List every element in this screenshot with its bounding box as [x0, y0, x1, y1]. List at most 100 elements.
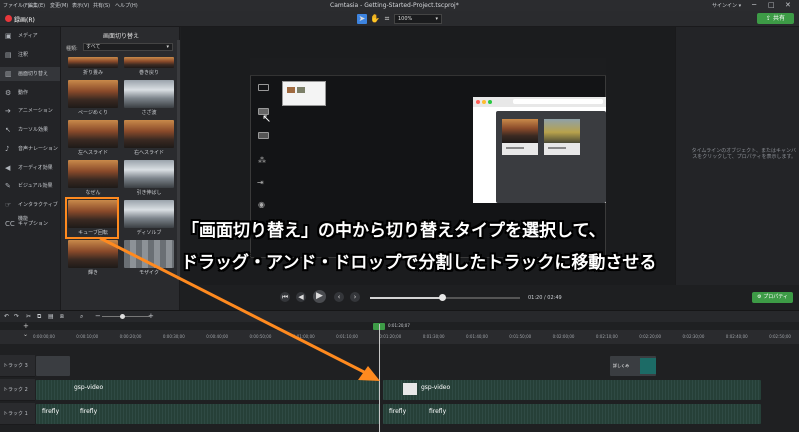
chevron-down-icon: ▾ — [435, 16, 438, 22]
transition-label: 輝き — [87, 270, 98, 276]
signin-link[interactable]: サインイン ▾ — [712, 2, 741, 9]
ruler-tick: 0:00:50;00 — [249, 334, 272, 339]
sidebar-item-behaviors[interactable]: ⚙ 動作 — [0, 86, 60, 100]
ruler-tick: 0:02:10;00 — [595, 334, 618, 339]
ruler-tick: 0:02:30;00 — [682, 334, 705, 339]
close-icon[interactable]: ✕ — [785, 1, 791, 9]
ruler-tick: 0:02:50;00 — [769, 334, 791, 339]
address-bar — [513, 99, 603, 104]
properties-hint: タイムラインのオブジェクト、またはキャンバスをクリックして、プロパティを表示しま… — [691, 148, 796, 160]
zoom-select[interactable]: 100% ▾ — [394, 14, 442, 24]
step-back-icon[interactable]: ⏮ — [280, 292, 290, 302]
ruler-tick: 0:02:20;00 — [639, 334, 662, 339]
copy-icon[interactable]: ⧉ — [37, 313, 41, 321]
transition-thumb-ripple[interactable] — [124, 80, 174, 108]
track-header-1[interactable]: トラック 1 — [0, 403, 35, 425]
transition-thumb-stretch[interactable] — [124, 160, 174, 188]
zoom-slider[interactable] — [102, 316, 150, 317]
timeline-toolbar: ↶ ↷ ✂ ⧉ ▤ ⧈ ⌕ − + — [0, 310, 799, 322]
panel-title: 画面切り替え — [102, 33, 139, 40]
gear-icon: ⚙ — [757, 294, 762, 300]
audio-clip[interactable]: firefly firefly — [383, 404, 761, 424]
callout-clip[interactable]: 詳しくみ — [610, 356, 656, 376]
transition-thumb-rollback[interactable] — [124, 57, 174, 68]
sidebar-item-transitions[interactable]: ▥ 画面切り替え — [0, 67, 60, 81]
undo-icon[interactable]: ↶ — [4, 313, 9, 320]
sidebar-item-voice-narration[interactable]: ♪ 音声ナレーション — [0, 142, 60, 156]
type-select[interactable]: すべて ▾ — [83, 43, 173, 51]
sidebar-item-media[interactable]: ▣ メディア — [0, 29, 60, 43]
menu-share[interactable]: 共有(S) — [93, 2, 110, 9]
minimize-icon[interactable]: ─ — [752, 1, 756, 9]
maximize-icon[interactable]: □ — [768, 1, 775, 9]
sidebar-item-audio-effects[interactable]: ◀ オーディオ効果 — [0, 161, 60, 175]
menu-help[interactable]: ヘルプ(H) — [115, 2, 138, 9]
properties-button[interactable]: ⚙ プロパティ — [752, 292, 793, 303]
paste-icon[interactable]: ▤ — [48, 313, 54, 320]
transition-thumb-dissolve[interactable] — [124, 200, 174, 228]
transition-thumb-page-curl[interactable] — [68, 80, 118, 108]
sidebar-item-interactivity[interactable]: ☞ インタラクティブ機能 — [0, 198, 60, 222]
wand-icon: ✎ — [5, 182, 11, 190]
video-clip[interactable]: gsp-video — [383, 380, 761, 400]
zoom-out-icon[interactable]: − — [95, 312, 101, 320]
canvas-header — [250, 58, 606, 76]
transition-thumb-smooth[interactable] — [68, 160, 118, 188]
record-button[interactable]: 録画(R) — [14, 15, 35, 24]
audio-clip[interactable]: firefly firefly — [36, 404, 380, 424]
collapse-icon[interactable]: ⌄ — [23, 331, 28, 338]
video-clip[interactable]: gsp-video — [36, 380, 380, 400]
sidebar-item-captions[interactable]: CC キャプション — [0, 217, 60, 231]
behavior-icon: ⚙ — [5, 89, 12, 97]
track-header-3[interactable]: トラック 3 — [0, 355, 35, 377]
transition-thumb-slide-left[interactable] — [68, 120, 118, 148]
crop-tool-icon[interactable]: ⌗ — [382, 14, 392, 24]
cut-icon[interactable]: ✂ — [26, 313, 31, 320]
menu-file[interactable]: ファイル(F) — [3, 2, 30, 9]
transition-thumb-fold[interactable] — [68, 57, 118, 68]
track-header-2[interactable]: トラック 2 — [0, 379, 35, 401]
transition-thumb-mosaic[interactable] — [124, 240, 174, 268]
tool-sidebar: ▣ メディア ▤ 注釈 ▥ 画面切り替え ⚙ 動作 ➔ アニメーション ↖ カーソル効果 ♪… — [0, 27, 60, 310]
add-track-icon[interactable]: + — [23, 322, 29, 330]
zoom-in-icon[interactable]: + — [148, 312, 154, 320]
minimize-dot-icon — [482, 100, 486, 104]
share-button[interactable]: ⇪ 共有 — [757, 13, 794, 24]
zoom-slider-handle[interactable] — [120, 314, 125, 319]
menu-view[interactable]: 表示(V) — [72, 2, 89, 9]
scrub-handle[interactable] — [439, 294, 446, 301]
ruler-tick: 0:00:10;00 — [76, 334, 99, 339]
next-icon[interactable]: › — [350, 292, 360, 302]
card-line — [548, 147, 566, 149]
redo-icon[interactable]: ↷ — [14, 313, 19, 320]
prev-frame-icon[interactable]: ◀ — [296, 292, 306, 302]
transition-thumb-glow[interactable] — [68, 240, 118, 268]
playhead-time: 0:01:20;07 — [388, 323, 410, 328]
sidebar-item-animations[interactable]: ➔ アニメーション — [0, 104, 60, 118]
transition-thumb-slide-right[interactable] — [124, 120, 174, 148]
transition-label: さざ波 — [141, 110, 157, 116]
track3-clip[interactable] — [36, 356, 70, 376]
microphone-icon: ♪ — [5, 145, 10, 153]
browser-content — [496, 111, 606, 203]
image-card — [502, 119, 538, 155]
image-card — [544, 119, 580, 155]
zoom-search-icon[interactable]: ⌕ — [80, 313, 83, 321]
record-icon[interactable] — [5, 15, 12, 22]
prev-icon[interactable]: ‹ — [334, 292, 344, 302]
sidebar-item-cursor-effects[interactable]: ↖ カーソル効果 — [0, 123, 60, 137]
sidebar-item-visual-effects[interactable]: ✎ ビジュアル効果 — [0, 179, 60, 193]
ruler-tick: 0:01:20;00 — [379, 334, 402, 339]
menu-edit[interactable]: 編集(E) — [28, 2, 45, 9]
transition-label: 折り畳み — [82, 70, 103, 76]
play-icon[interactable]: ▶ — [313, 290, 326, 303]
pan-tool-icon[interactable]: ✋ — [370, 14, 380, 24]
cursor-move-icon: ⁂ — [258, 156, 266, 165]
menu-modify[interactable]: 変更(M) — [50, 2, 68, 9]
split-icon[interactable]: ⧈ — [60, 313, 64, 321]
circle-icon: ◉ — [258, 200, 265, 209]
select-tool-icon[interactable]: ➤ — [357, 14, 367, 24]
panel-scrollbar[interactable] — [177, 40, 180, 280]
ruler-tick: 0:00:40;00 — [206, 334, 229, 339]
sidebar-item-annotations[interactable]: ▤ 注釈 — [0, 48, 60, 62]
